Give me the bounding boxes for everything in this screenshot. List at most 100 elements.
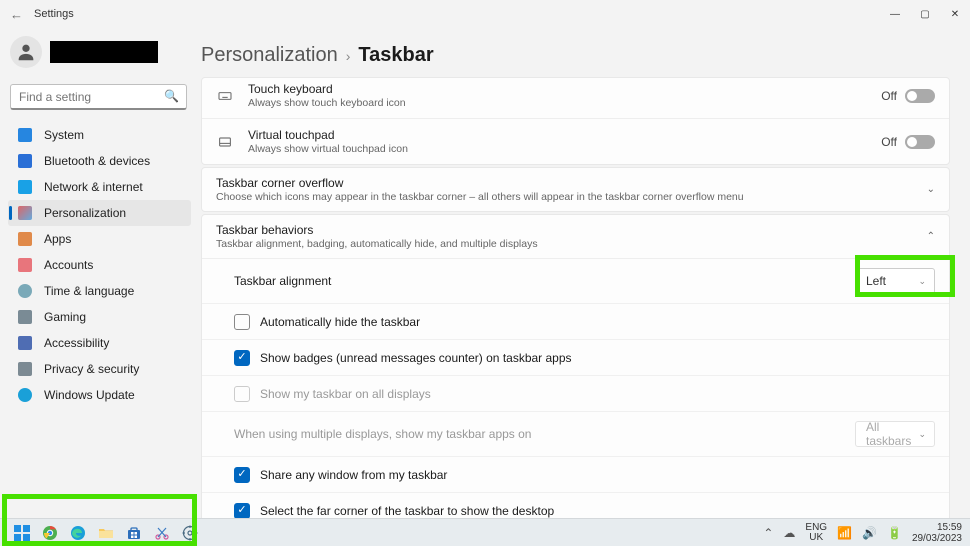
toggle-touch-keyboard[interactable] — [905, 89, 935, 103]
accounts-icon — [18, 258, 32, 272]
breadcrumb: Personalization › Taskbar — [201, 44, 950, 67]
sidebar-item-windows-update[interactable]: Windows Update — [8, 382, 191, 408]
sidebar-item-bluetooth[interactable]: Bluetooth & devices — [8, 148, 191, 174]
system-tray[interactable]: ⌃ ☁ ENG UK 📶 🔊 🔋 15:59 29/03/2023 — [763, 522, 962, 544]
windows-update-icon — [18, 388, 32, 402]
checkbox-auto-hide[interactable] — [234, 314, 250, 330]
dropdown-taskbar-alignment[interactable]: Left ⌄ — [855, 268, 935, 294]
settings-icon[interactable] — [180, 523, 200, 543]
checkbox-far-corner[interactable] — [234, 503, 250, 519]
sidebar-item-label: Accounts — [44, 258, 187, 272]
wifi-icon — [18, 180, 32, 194]
wifi-tray-icon[interactable]: 📶 — [837, 526, 852, 540]
chevron-right-icon: › — [346, 48, 351, 64]
sidebar: 🔍 System Bluetooth & devices Network & i… — [0, 28, 195, 518]
row-subtitle: Always show touch keyboard icon — [248, 97, 881, 109]
sidebar-item-system[interactable]: System — [8, 122, 191, 148]
row-touch-keyboard[interactable]: Touch keyboard Always show touch keyboar… — [202, 78, 949, 118]
window-controls: — ▢ ✕ — [880, 0, 970, 28]
tray-language-1[interactable]: ENG — [805, 523, 827, 533]
expander-corner-overflow[interactable]: Taskbar corner overflow Choose which ico… — [201, 167, 950, 212]
start-button-icon[interactable] — [12, 523, 32, 543]
toggle-virtual-touchpad[interactable] — [905, 135, 935, 149]
touchpad-icon — [216, 134, 234, 150]
profile-name-redacted — [50, 41, 158, 63]
row-show-badges[interactable]: Show badges (unread messages counter) on… — [202, 339, 949, 375]
sidebar-item-label: System — [44, 128, 187, 142]
tray-language-2[interactable]: UK — [805, 533, 827, 543]
battery-tray-icon[interactable]: 🔋 — [887, 526, 902, 540]
option-label: Select the far corner of the taskbar to … — [260, 504, 554, 518]
privacy-icon — [18, 362, 32, 376]
close-button[interactable]: ✕ — [940, 0, 970, 28]
sidebar-item-network[interactable]: Network & internet — [8, 174, 191, 200]
dropdown-multi-display: All taskbars ⌄ — [855, 421, 935, 447]
microsoft-store-icon[interactable] — [124, 523, 144, 543]
tray-clock[interactable]: 15:59 29/03/2023 — [912, 522, 962, 544]
profile[interactable] — [8, 34, 191, 76]
row-taskbar-alignment: Taskbar alignment Left ⌄ — [202, 259, 949, 303]
dropdown-value: All taskbars — [866, 420, 918, 448]
edge-icon[interactable] — [68, 523, 88, 543]
expander-taskbar-behaviors: Taskbar behaviors Taskbar alignment, bad… — [201, 214, 950, 518]
tray-date: 29/03/2023 — [912, 533, 962, 544]
row-subtitle: Always show virtual touchpad icon — [248, 143, 881, 155]
maximize-button[interactable]: ▢ — [910, 0, 940, 28]
page-title: Taskbar — [358, 44, 433, 67]
checkbox-share-window[interactable] — [234, 467, 250, 483]
row-virtual-touchpad[interactable]: Virtual touchpad Always show virtual tou… — [202, 118, 949, 164]
row-far-corner-desktop[interactable]: Select the far corner of the taskbar to … — [202, 492, 949, 518]
chevron-up-tray-icon[interactable]: ⌃ — [763, 526, 773, 540]
sidebar-item-label: Windows Update — [44, 388, 187, 402]
time-language-icon — [18, 284, 32, 298]
toggle-state-label: Off — [881, 135, 897, 149]
sidebar-item-label: Accessibility — [44, 336, 187, 350]
os-taskbar: ⌃ ☁ ENG UK 📶 🔊 🔋 15:59 29/03/2023 — [0, 518, 970, 546]
sidebar-item-accounts[interactable]: Accounts — [8, 252, 191, 278]
row-auto-hide[interactable]: Automatically hide the taskbar — [202, 303, 949, 339]
expander-header-behaviors[interactable]: Taskbar behaviors Taskbar alignment, bad… — [202, 215, 949, 258]
option-label: Show my taskbar on all displays — [260, 387, 431, 401]
option-label: When using multiple displays, show my ta… — [234, 427, 855, 441]
chevron-down-icon: ⌄ — [918, 276, 926, 287]
row-show-taskbar-all-displays: Show my taskbar on all displays — [202, 375, 949, 411]
accessibility-icon — [18, 336, 32, 350]
apps-icon — [18, 232, 32, 246]
chrome-icon[interactable] — [40, 523, 60, 543]
sidebar-item-apps[interactable]: Apps — [8, 226, 191, 252]
tray-time: 15:59 — [912, 522, 962, 533]
sidebar-item-label: Apps — [44, 232, 187, 246]
sidebar-item-privacy[interactable]: Privacy & security — [8, 356, 191, 382]
row-title: Touch keyboard — [248, 82, 881, 96]
sidebar-nav: System Bluetooth & devices Network & int… — [8, 122, 191, 408]
minimize-button[interactable]: — — [880, 0, 910, 28]
sidebar-item-label: Personalization — [44, 206, 187, 220]
sidebar-item-gaming[interactable]: Gaming — [8, 304, 191, 330]
checkbox-show-badges[interactable] — [234, 350, 250, 366]
taskbar-corner-icons-panel: Touch keyboard Always show touch keyboar… — [201, 77, 950, 165]
sidebar-item-label: Time & language — [44, 284, 187, 298]
sidebar-item-label: Gaming — [44, 310, 187, 324]
chevron-up-icon: ⌃ — [927, 231, 935, 242]
volume-tray-icon[interactable]: 🔊 — [862, 526, 877, 540]
bluetooth-icon — [18, 154, 32, 168]
file-explorer-icon[interactable] — [96, 523, 116, 543]
back-icon[interactable]: ← — [10, 7, 26, 22]
sidebar-item-label: Bluetooth & devices — [44, 154, 187, 168]
option-label: Show badges (unread messages counter) on… — [260, 351, 572, 365]
checkbox-all-displays — [234, 386, 250, 402]
system-icon — [18, 128, 32, 142]
gaming-icon — [18, 310, 32, 324]
sidebar-item-label: Network & internet — [44, 180, 187, 194]
sidebar-item-personalization[interactable]: Personalization — [8, 200, 191, 226]
row-title: Virtual touchpad — [248, 128, 881, 142]
row-share-window[interactable]: Share any window from my taskbar — [202, 456, 949, 492]
snipping-tool-icon[interactable] — [152, 523, 172, 543]
personalization-icon — [18, 206, 32, 220]
onedrive-icon[interactable]: ☁ — [783, 526, 795, 540]
breadcrumb-parent[interactable]: Personalization — [201, 44, 338, 67]
sidebar-item-time-language[interactable]: Time & language — [8, 278, 191, 304]
expander-subtitle: Taskbar alignment, badging, automaticall… — [216, 238, 927, 250]
sidebar-item-accessibility[interactable]: Accessibility — [8, 330, 191, 356]
search-input[interactable] — [10, 84, 187, 110]
